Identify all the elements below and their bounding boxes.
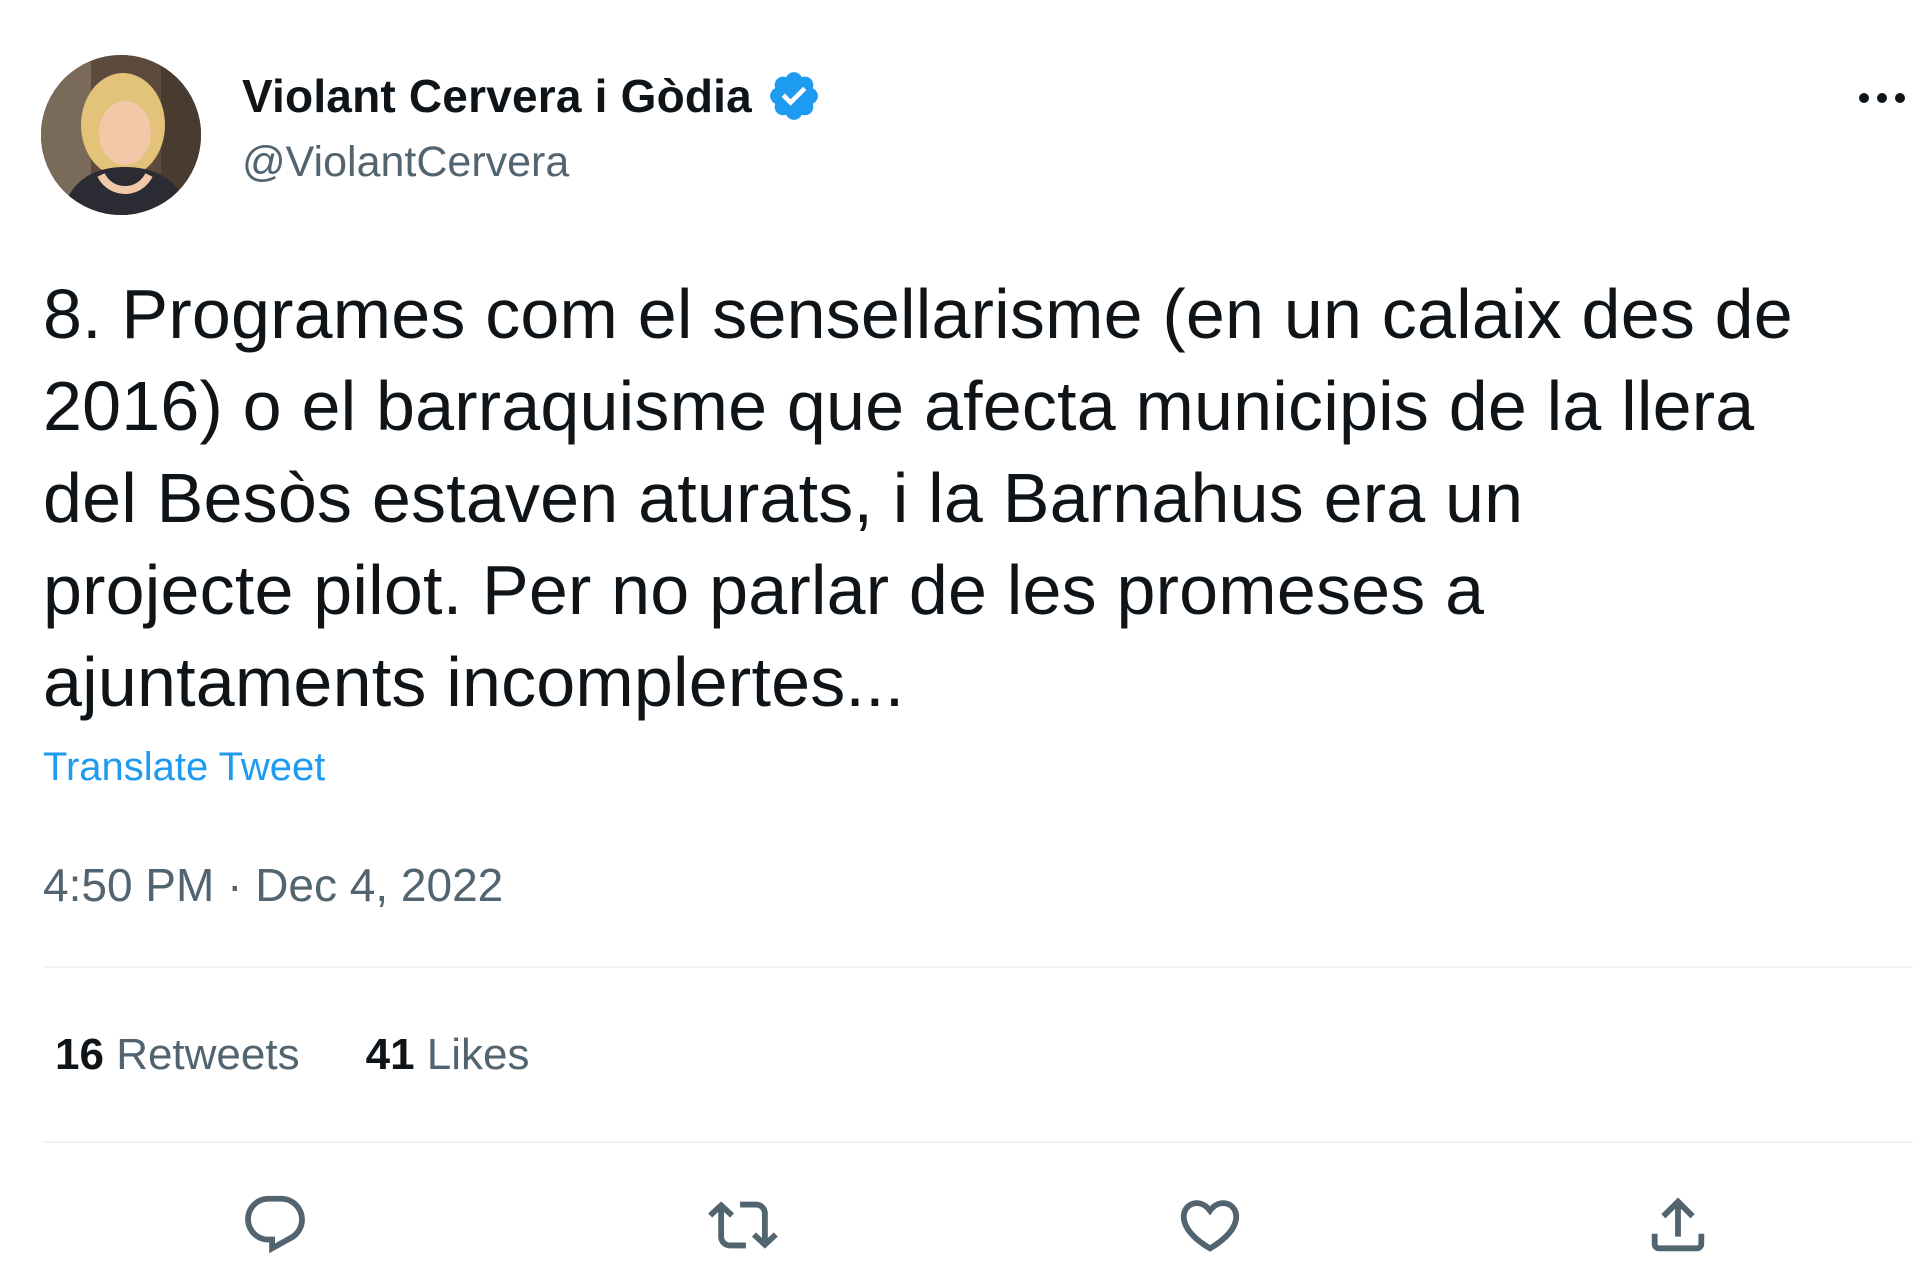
retweets-stat[interactable]: 16 Retweets	[55, 1030, 300, 1080]
likes-stat[interactable]: 41 Likes	[366, 1030, 530, 1080]
avatar[interactable]	[41, 55, 201, 215]
divider	[43, 966, 1913, 968]
translate-tweet-link[interactable]: Translate Tweet	[43, 745, 325, 790]
retweet-button[interactable]	[708, 1190, 778, 1260]
retweet-icon	[708, 1201, 778, 1249]
more-options-button[interactable]	[1852, 78, 1912, 118]
tweet-timestamp[interactable]: 4:50 PM · Dec 4, 2022	[43, 858, 503, 912]
likes-count: 41	[365, 1030, 415, 1079]
heart-icon	[1180, 1200, 1240, 1252]
tweet-text: 8. Programes com el sensellarisme (en un…	[43, 275, 1793, 721]
divider	[43, 1141, 1913, 1143]
verified-badge-icon	[770, 72, 818, 120]
share-button[interactable]	[1643, 1190, 1713, 1260]
retweets-count: 16	[55, 1030, 104, 1079]
reply-icon	[245, 1195, 305, 1254]
author-name-row: Violant Cervera i Gòdia	[242, 68, 822, 124]
like-button[interactable]	[1175, 1190, 1245, 1260]
action-bar	[0, 1190, 1920, 1260]
tweet-card: Violant Cervera i Gòdia @ViolantCervera …	[0, 0, 1920, 1281]
engagement-stats: 16 Retweets 41 Likes	[55, 1030, 530, 1080]
likes-label: Likes	[426, 1030, 530, 1079]
share-icon	[1651, 1197, 1705, 1252]
avatar-image	[41, 55, 201, 215]
more-horizontal-icon	[1859, 93, 1905, 103]
author-handle[interactable]: @ViolantCervera	[242, 138, 569, 187]
author-display-name[interactable]: Violant Cervera i Gòdia	[242, 69, 752, 123]
reply-button[interactable]	[240, 1190, 310, 1260]
retweets-label: Retweets	[116, 1030, 300, 1079]
